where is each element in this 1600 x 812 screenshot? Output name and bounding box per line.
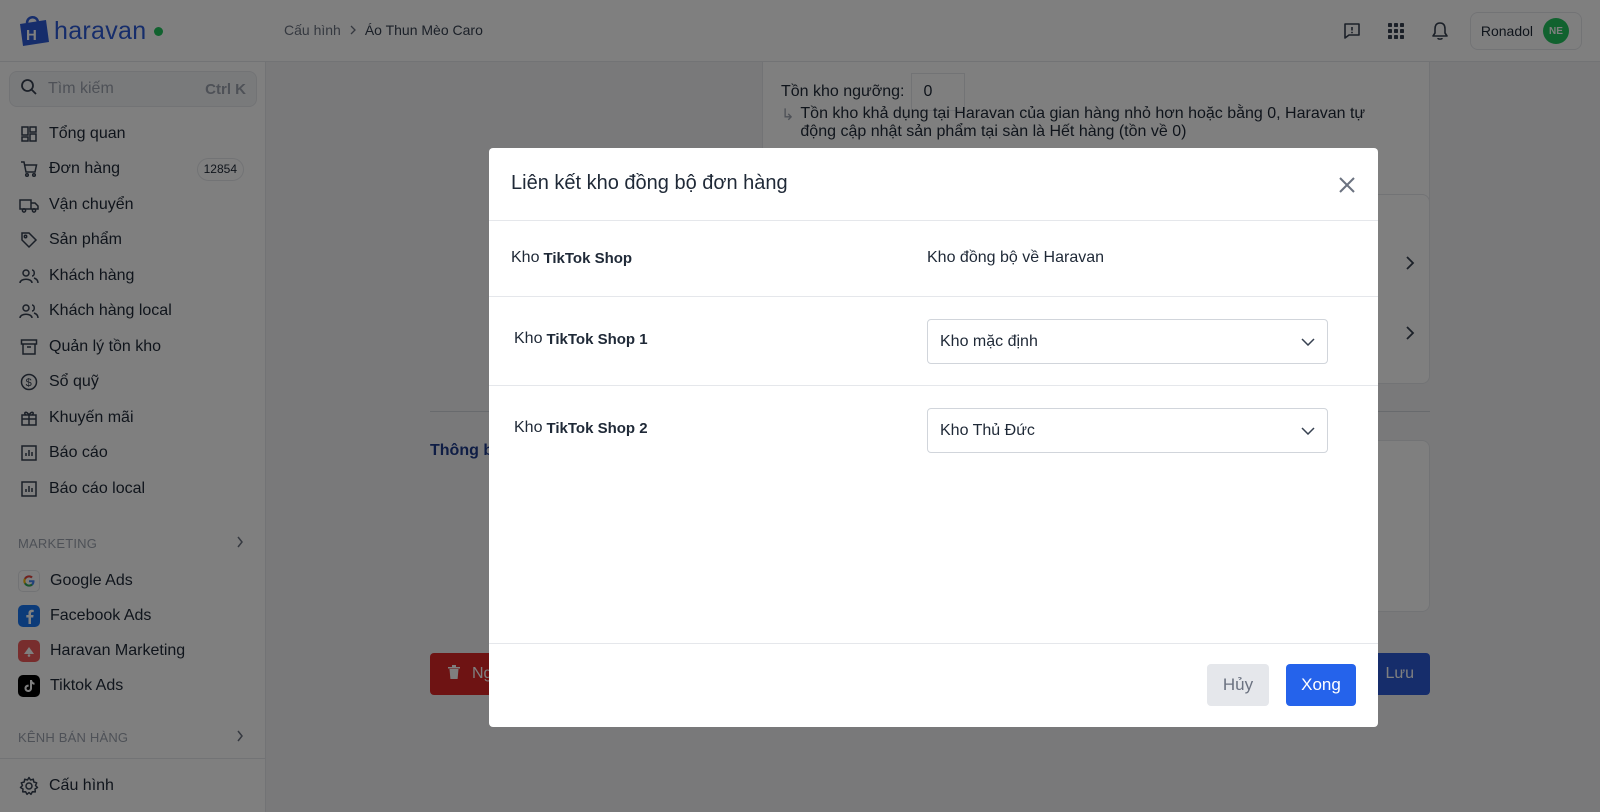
shop-name: TikTok Shop 2 [546,419,648,437]
warehouse-select-value: Kho Thủ Đức [940,421,1035,439]
warehouse-select[interactable]: Kho mặc định [927,319,1328,364]
shop-prefix: Kho [514,419,543,436]
chevron-down-icon [1301,422,1315,440]
close-icon[interactable] [1334,172,1360,198]
shop-name: TikTok Shop 1 [546,330,648,348]
modal-title: Liên kết kho đồng bộ đơn hàng [511,172,788,194]
done-button[interactable]: Xong [1286,664,1356,706]
column-header-warehouse: Kho đồng bộ về Haravan [927,249,1105,266]
warehouse-select[interactable]: Kho Thủ Đức [927,408,1328,453]
table-row: Kho TikTok Shop 2 Kho Thủ Đức [489,386,1378,475]
modal-footer: Hủy Xong [489,643,1378,727]
column-header-shop: Kho TikTok Shop [511,249,632,267]
table-row: Kho TikTok Shop 1 Kho mặc định [489,297,1378,386]
shop-prefix: Kho [514,330,543,347]
chevron-down-icon [1301,333,1315,351]
warehouse-select-value: Kho mặc định [940,332,1038,350]
cancel-button[interactable]: Hủy [1207,664,1269,706]
warehouse-link-modal: Liên kết kho đồng bộ đơn hàng Kho TikTok… [489,148,1378,727]
shop-label: Kho TikTok Shop 1 [514,330,648,348]
modal-header: Liên kết kho đồng bộ đơn hàng [489,148,1378,221]
shop-label: Kho TikTok Shop 2 [514,419,648,437]
column-header-shop-name: TikTok Shop [543,249,633,267]
column-header-prefix: Kho [511,249,540,266]
table-header: Kho TikTok Shop Kho đồng bộ về Haravan [489,221,1378,297]
